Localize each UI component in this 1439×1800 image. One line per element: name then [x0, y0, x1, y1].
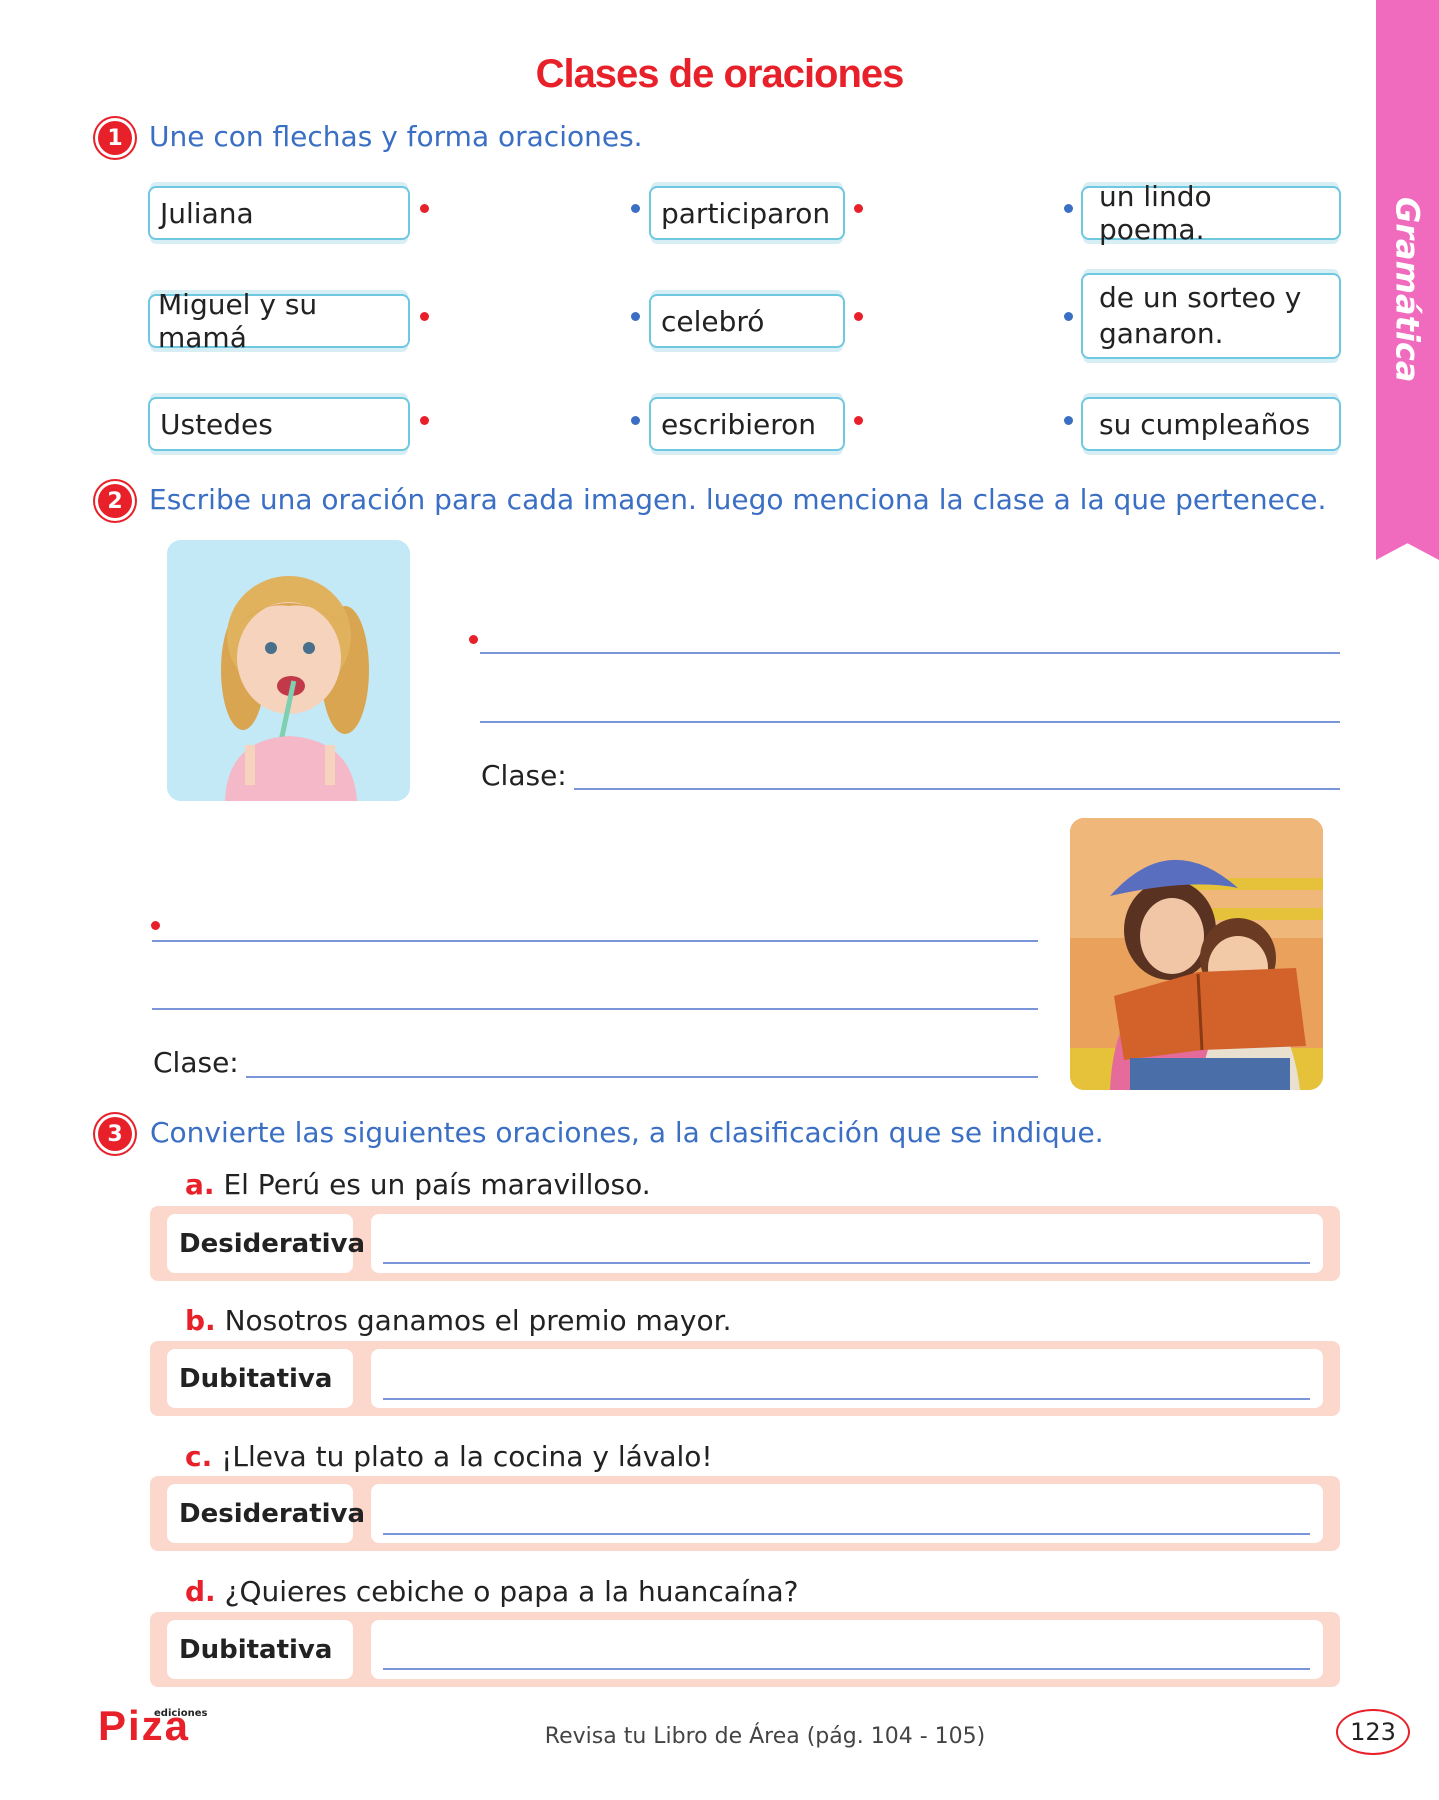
section-2-number: 2	[98, 484, 132, 518]
page-title: Clases de oraciones	[535, 52, 905, 96]
section-3-number: 3	[98, 1117, 132, 1151]
item-a: a. El Perú es un país maravilloso.	[185, 1168, 651, 1201]
clase-line[interactable]	[246, 1076, 1038, 1078]
word-box-sorteo: de un sorteo y ganaron.	[1081, 273, 1341, 359]
section-1-instruction: Une con flechas y forma oraciones.	[149, 120, 643, 153]
answer-field-d[interactable]	[371, 1620, 1323, 1679]
writing-line[interactable]	[480, 721, 1340, 723]
word-box-celebro: celebró	[649, 294, 845, 348]
word-box-poema: un lindo poema.	[1081, 180, 1341, 246]
connector-dot[interactable]	[1064, 204, 1073, 213]
side-tab-label: Gramática	[1388, 197, 1427, 383]
footer-note: Revisa tu Libro de Área (pág. 104 - 105)	[544, 1724, 986, 1749]
photo-girl-brushing-teeth	[167, 540, 410, 801]
connector-dot[interactable]	[854, 204, 863, 213]
section-3-instruction: Convierte las siguientes oraciones, a la…	[150, 1116, 1104, 1149]
word-box-ustedes: Ustedes	[148, 397, 410, 451]
connector-dot[interactable]	[631, 312, 640, 321]
item-d: d. ¿Quieres cebiche o papa a la huancaín…	[185, 1575, 799, 1608]
type-label-a: Desiderativa	[167, 1214, 365, 1273]
word-box-miguel: Miguel y su mamá	[148, 288, 410, 354]
photo-children-reading	[1070, 818, 1323, 1090]
connector-dot[interactable]	[1064, 416, 1073, 425]
connector-dot[interactable]	[420, 312, 429, 321]
word-box-participaron: participaron	[649, 186, 845, 240]
type-label-c: Desiderativa	[167, 1484, 365, 1543]
writing-line[interactable]	[480, 652, 1340, 654]
type-label-b: Dubitativa	[167, 1349, 353, 1408]
word-box-juliana: Juliana	[148, 186, 410, 240]
writing-line[interactable]	[152, 940, 1038, 942]
clase-label: Clase:	[481, 759, 567, 792]
item-b: b. Nosotros ganamos el premio mayor.	[185, 1304, 732, 1337]
answer-line-d[interactable]	[383, 1668, 1310, 1670]
connector-dot[interactable]	[631, 416, 640, 425]
connector-dot[interactable]	[420, 204, 429, 213]
section-1-number: 1	[98, 121, 132, 155]
sentence-bullet	[151, 921, 160, 930]
page-number: 123	[1336, 1709, 1410, 1755]
writing-line[interactable]	[152, 1008, 1038, 1010]
answer-line-a[interactable]	[383, 1262, 1310, 1264]
clase-line[interactable]	[574, 788, 1340, 790]
clase-label: Clase:	[153, 1046, 239, 1079]
word-box-escribieron: escribieron	[649, 397, 845, 451]
connector-dot[interactable]	[1064, 312, 1073, 321]
connector-dot[interactable]	[631, 204, 640, 213]
answer-field-a[interactable]	[371, 1214, 1323, 1273]
sentence-bullet	[469, 635, 478, 644]
connector-dot[interactable]	[854, 312, 863, 321]
answer-line-c[interactable]	[383, 1533, 1310, 1535]
item-c: c. ¡Lleva tu plato a la cocina y lávalo!	[185, 1440, 713, 1473]
answer-line-b[interactable]	[383, 1398, 1310, 1400]
section-2-instruction: Escribe una oración para cada imagen. lu…	[149, 483, 1327, 516]
type-label-d: Dubitativa	[167, 1620, 353, 1679]
connector-dot[interactable]	[420, 416, 429, 425]
word-box-cumpleanos: su cumpleaños	[1081, 397, 1341, 451]
connector-dot[interactable]	[854, 416, 863, 425]
